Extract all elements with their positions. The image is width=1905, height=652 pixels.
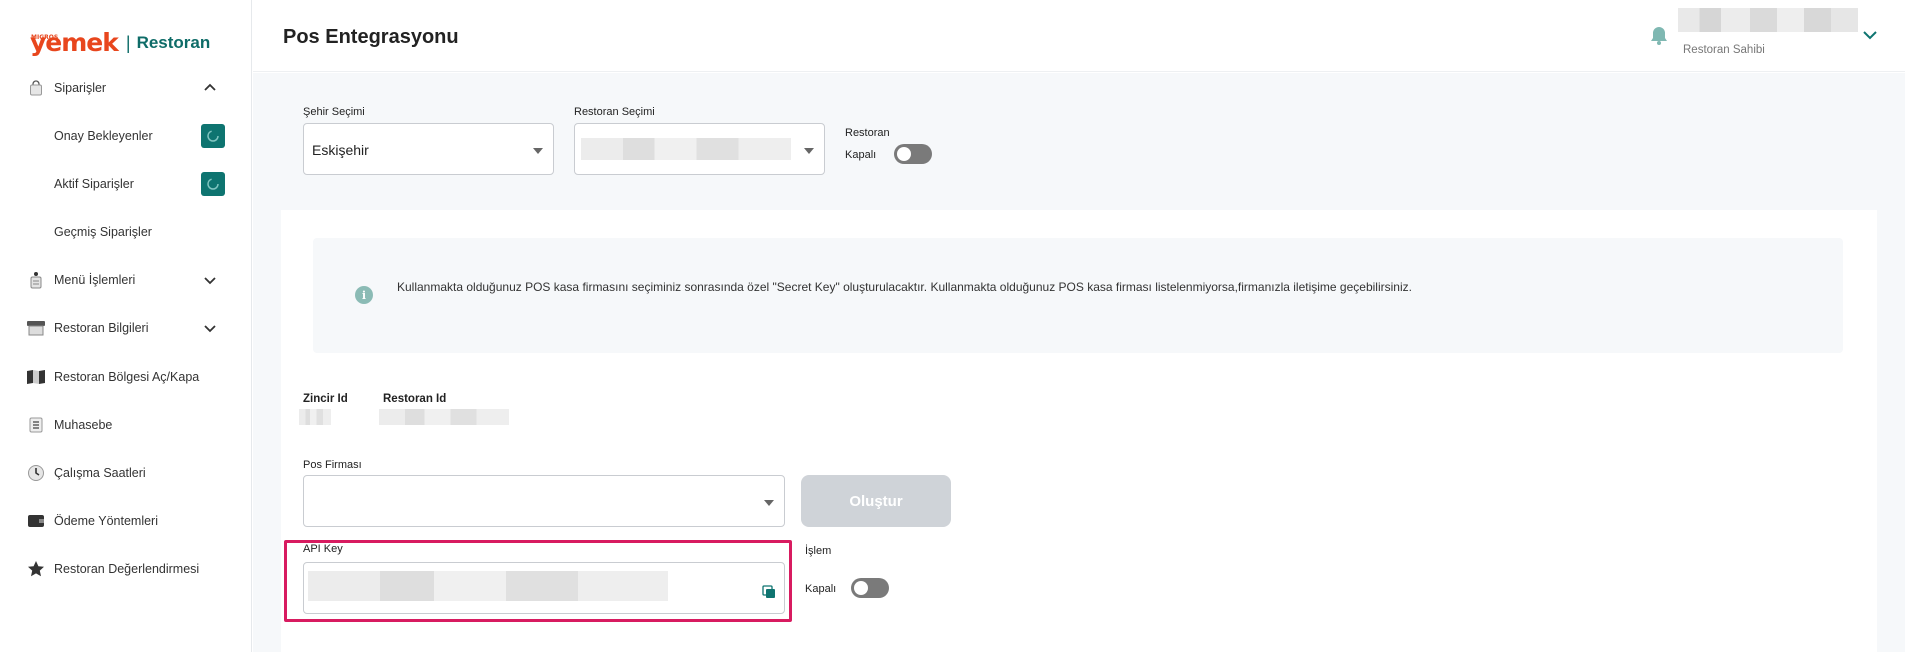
- logo-separator: |: [125, 33, 131, 53]
- sidebar: MIGROS yemek | Restoran Siparişler Onay …: [0, 0, 252, 652]
- star-icon: [26, 559, 46, 579]
- user-role: Restoran Sahibi: [1683, 44, 1765, 56]
- action-toggle[interactable]: [851, 578, 889, 598]
- action-status-value: Kapalı: [805, 583, 837, 595]
- api-key-highlight-frame: [284, 540, 792, 622]
- restaurant-select-label: Restoran Seçimi: [574, 106, 655, 118]
- pos-company-select[interactable]: [303, 475, 785, 527]
- logo[interactable]: MIGROS yemek | Restoran: [30, 30, 210, 56]
- chevron-up-icon[interactable]: [202, 80, 218, 96]
- sidebar-item-label: Restoran Bilgileri: [54, 321, 149, 335]
- sidebar-subitem-label: Aktif Siparişler: [54, 177, 134, 191]
- list-icon: [26, 415, 46, 435]
- info-banner: i Kullanmakta olduğunuz POS kasa firması…: [313, 238, 1843, 353]
- sidebar-item-siparisler[interactable]: Siparişler: [0, 68, 252, 108]
- sidebar-item-odeme-yontemleri[interactable]: Ödeme Yöntemleri: [0, 501, 252, 541]
- spinner-icon: [201, 124, 225, 148]
- caret-down-icon: [804, 148, 814, 154]
- restaurant-status-toggle[interactable]: [894, 144, 932, 164]
- action-label: İşlem: [805, 545, 832, 557]
- sidebar-item-muhasebe[interactable]: Muhasebe: [0, 405, 252, 445]
- chevron-down-icon[interactable]: [202, 272, 218, 288]
- sidebar-item-label: Çalışma Saatleri: [54, 466, 146, 480]
- city-select[interactable]: Eskişehir: [303, 123, 554, 175]
- sidebar-subitem-onay-bekleyenler[interactable]: Onay Bekleyenler: [0, 116, 252, 156]
- store-icon: [26, 318, 46, 338]
- sidebar-subitem-label: Geçmiş Siparişler: [54, 225, 152, 239]
- info-icon: i: [355, 286, 373, 304]
- chevron-down-icon[interactable]: [202, 320, 218, 336]
- restaurant-id-value-redacted: [379, 409, 509, 425]
- restaurant-id-label: Restoran Id: [383, 393, 447, 405]
- toggle-knob: [897, 147, 911, 161]
- bell-icon[interactable]: [1648, 24, 1670, 46]
- logo-product: Restoran: [136, 33, 211, 52]
- sidebar-item-restoran-bilgileri[interactable]: Restoran Bilgileri: [0, 308, 252, 348]
- sidebar-item-label: Siparişler: [54, 81, 107, 95]
- pos-company-label: Pos Firması: [303, 459, 362, 471]
- restaurant-status-label: Restoran: [845, 127, 890, 139]
- sidebar-item-label: Muhasebe: [54, 418, 113, 432]
- spinner-icon: [201, 172, 225, 196]
- sidebar-item-restoran-bolgesi[interactable]: Restoran Bölgesi Aç/Kapa: [0, 357, 252, 397]
- sidebar-item-calisma-saatleri[interactable]: Çalışma Saatleri: [0, 453, 252, 493]
- sidebar-item-label: Restoran Değerlendirmesi: [54, 562, 200, 576]
- sidebar-item-label: Restoran Bölgesi Aç/Kapa: [54, 370, 200, 384]
- sidebar-item-label: Ödeme Yöntemleri: [54, 514, 158, 528]
- logo-superscript: MIGROS: [31, 34, 59, 41]
- wallet-icon: [26, 511, 46, 531]
- create-button[interactable]: Oluştur: [801, 475, 951, 527]
- city-select-value: Eskişehir: [312, 142, 369, 158]
- user-name-redacted: [1678, 8, 1858, 32]
- clock-icon: [26, 463, 46, 483]
- sidebar-subitem-aktif-siparisler[interactable]: Aktif Siparişler: [0, 164, 252, 204]
- sidebar-item-restoran-degerlendirmesi[interactable]: Restoran Değerlendirmesi: [0, 549, 252, 589]
- header: Pos Entegrasyonu Restoran Sahibi: [253, 0, 1905, 72]
- chain-id-value-redacted: [299, 409, 331, 425]
- sidebar-item-menu-islemleri[interactable]: Menü İşlemleri: [0, 260, 252, 300]
- sidebar-item-label: Menü İşlemleri: [54, 273, 136, 287]
- bag-icon: [26, 78, 46, 98]
- menu-book-icon: [26, 270, 46, 290]
- chevron-down-icon[interactable]: [1861, 26, 1879, 44]
- map-icon: [26, 367, 46, 387]
- restaurant-select-value-redacted: [581, 138, 791, 160]
- chain-id-label: Zincir Id: [303, 393, 348, 405]
- toggle-knob: [854, 581, 868, 595]
- page-title: Pos Entegrasyonu: [283, 26, 459, 48]
- sidebar-subitem-label: Onay Bekleyenler: [54, 129, 153, 143]
- restaurant-status-value: Kapalı: [845, 149, 877, 161]
- info-text: Kullanmakta olduğunuz POS kasa firmasını…: [397, 280, 1412, 294]
- caret-down-icon: [533, 148, 543, 154]
- city-select-label: Şehir Seçimi: [303, 106, 365, 118]
- restaurant-select[interactable]: [574, 123, 825, 175]
- logo-brand: MIGROS yemek: [30, 30, 119, 56]
- caret-down-icon: [764, 500, 774, 506]
- sidebar-subitem-gecmis-siparisler[interactable]: Geçmiş Siparişler: [0, 212, 252, 252]
